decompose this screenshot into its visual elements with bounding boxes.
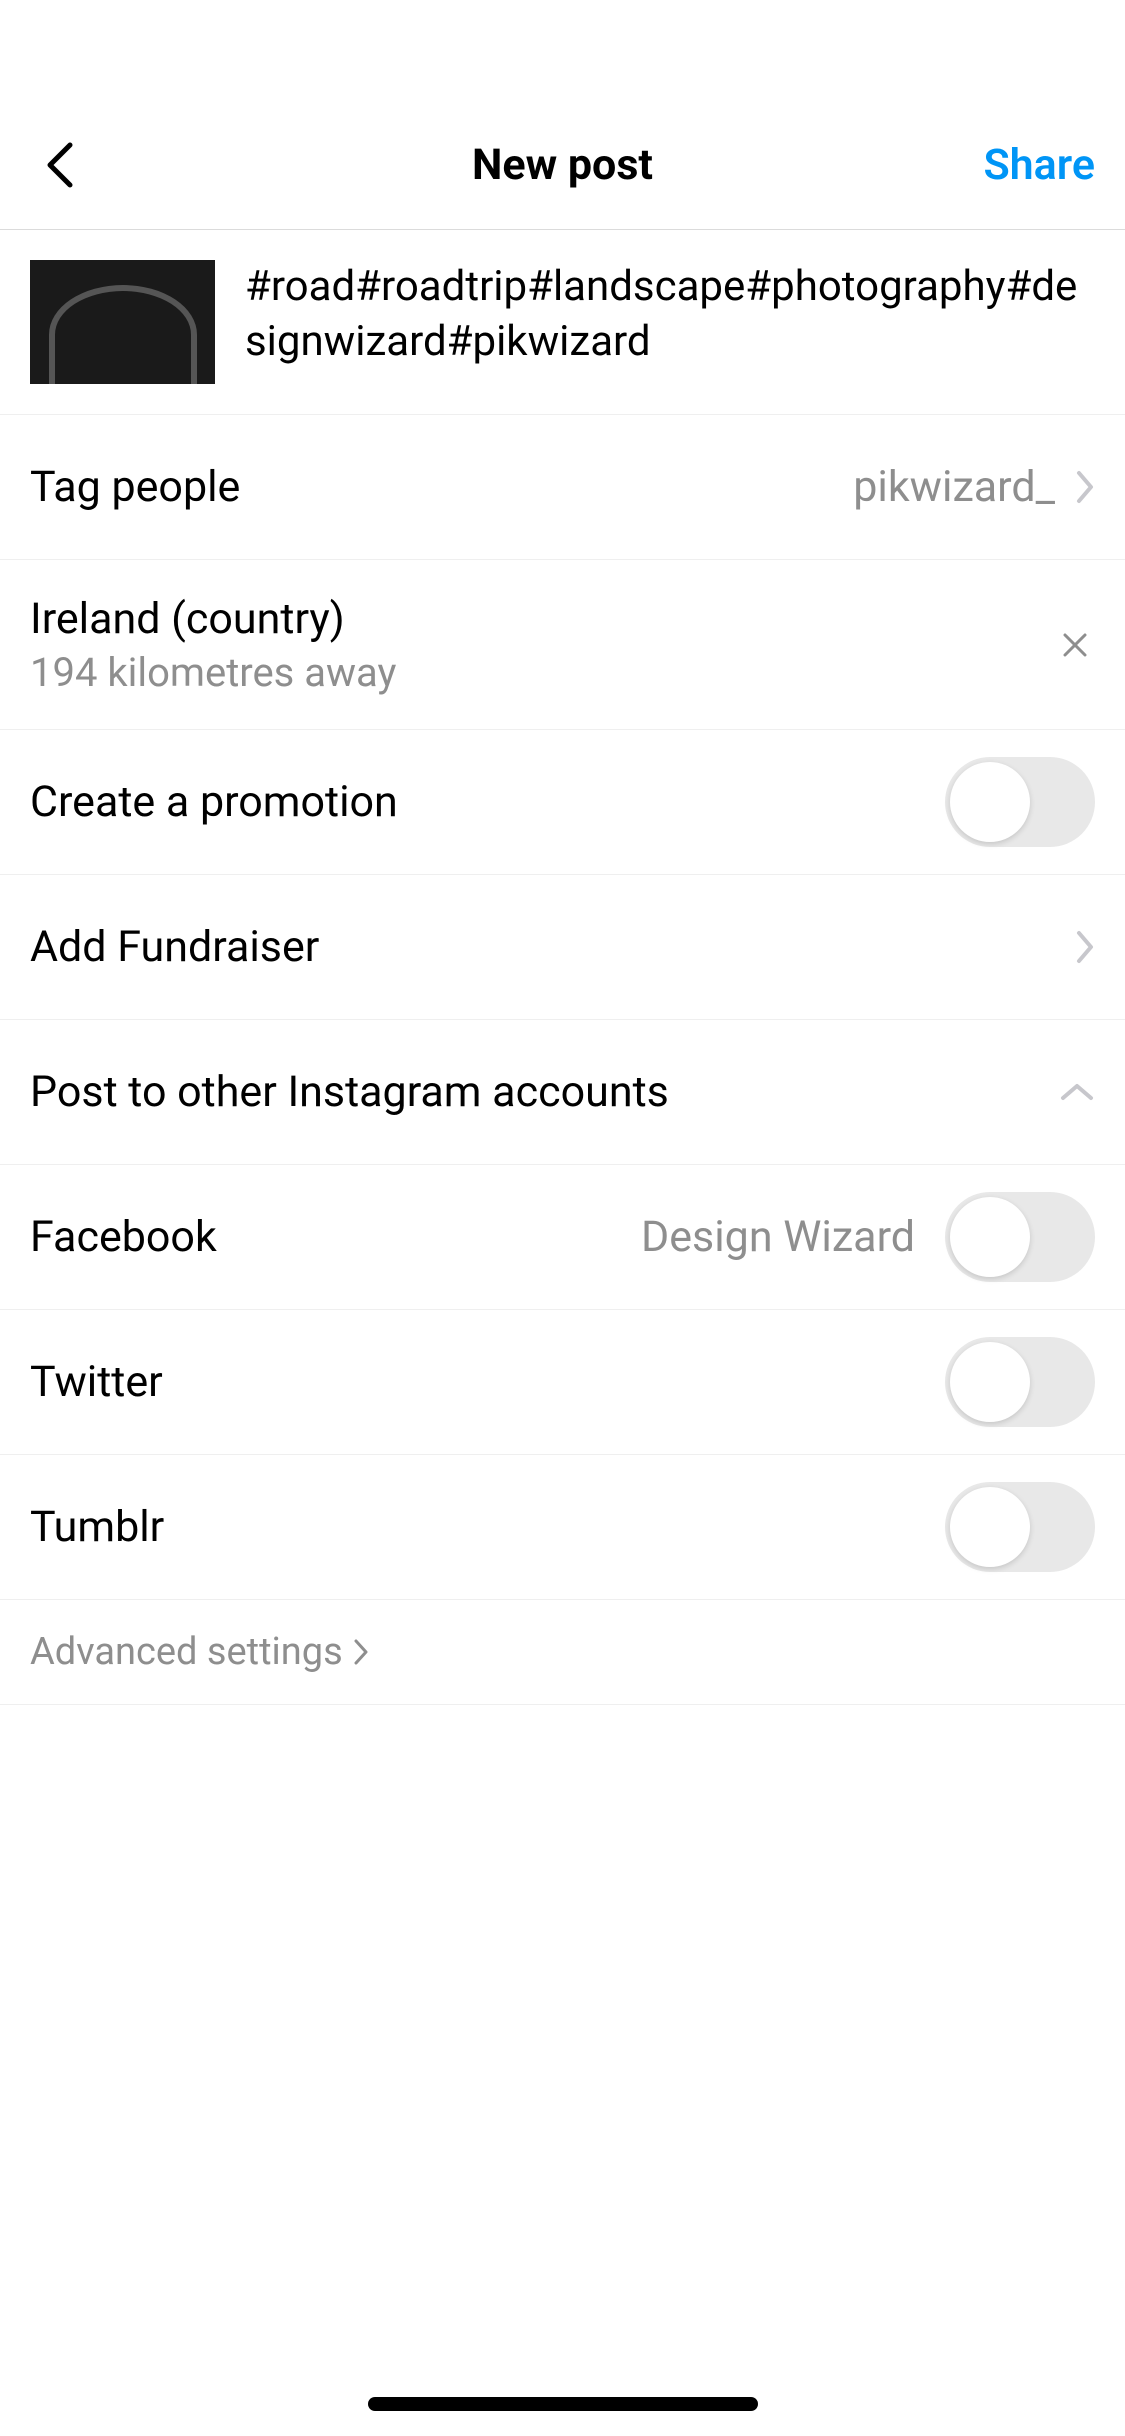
nav-header: New post Share	[0, 100, 1125, 230]
fundraiser-label: Add Fundraiser	[30, 922, 319, 972]
share-button[interactable]: Share	[983, 140, 1095, 190]
tumblr-label: Tumblr	[30, 1502, 164, 1552]
facebook-account: Design Wizard	[641, 1212, 915, 1262]
advanced-settings-row[interactable]: Advanced settings	[0, 1600, 1125, 1705]
advanced-settings-label: Advanced settings	[30, 1630, 343, 1674]
chevron-up-icon	[1059, 1082, 1095, 1102]
promotion-row: Create a promotion	[0, 730, 1125, 875]
home-indicator[interactable]	[368, 2397, 758, 2411]
back-button[interactable]	[30, 135, 90, 195]
promotion-label: Create a promotion	[30, 777, 398, 827]
other-accounts-row[interactable]: Post to other Instagram accounts	[0, 1020, 1125, 1165]
status-bar	[0, 0, 1125, 100]
facebook-row: Facebook Design Wizard	[0, 1165, 1125, 1310]
tumblr-toggle[interactable]	[945, 1482, 1095, 1572]
promotion-toggle[interactable]	[945, 757, 1095, 847]
chevron-right-icon	[353, 1638, 369, 1666]
fundraiser-row[interactable]: Add Fundraiser	[0, 875, 1125, 1020]
close-icon	[1060, 630, 1090, 660]
location-name: Ireland (country)	[30, 594, 396, 644]
remove-location-button[interactable]	[1055, 625, 1095, 665]
post-thumbnail[interactable]	[30, 260, 215, 384]
twitter-toggle[interactable]	[945, 1337, 1095, 1427]
tag-people-row[interactable]: Tag people pikwizard_	[0, 415, 1125, 560]
facebook-label: Facebook	[30, 1212, 217, 1262]
chevron-right-icon	[1075, 469, 1095, 505]
location-distance: 194 kilometres away	[30, 649, 396, 696]
page-title: New post	[472, 140, 653, 190]
chevron-right-icon	[1075, 929, 1095, 965]
caption-text[interactable]: #road#roadtrip#landscape#photography#des…	[245, 260, 1095, 384]
other-accounts-label: Post to other Instagram accounts	[30, 1067, 669, 1117]
twitter-row: Twitter	[0, 1310, 1125, 1455]
facebook-toggle[interactable]	[945, 1192, 1095, 1282]
location-row[interactable]: Ireland (country) 194 kilometres away	[0, 560, 1125, 730]
tag-people-value: pikwizard_	[853, 462, 1095, 512]
chevron-left-icon	[45, 140, 75, 190]
tumblr-row: Tumblr	[0, 1455, 1125, 1600]
caption-section[interactable]: #road#roadtrip#landscape#photography#des…	[0, 230, 1125, 415]
tag-people-label: Tag people	[30, 462, 240, 512]
twitter-label: Twitter	[30, 1357, 163, 1407]
